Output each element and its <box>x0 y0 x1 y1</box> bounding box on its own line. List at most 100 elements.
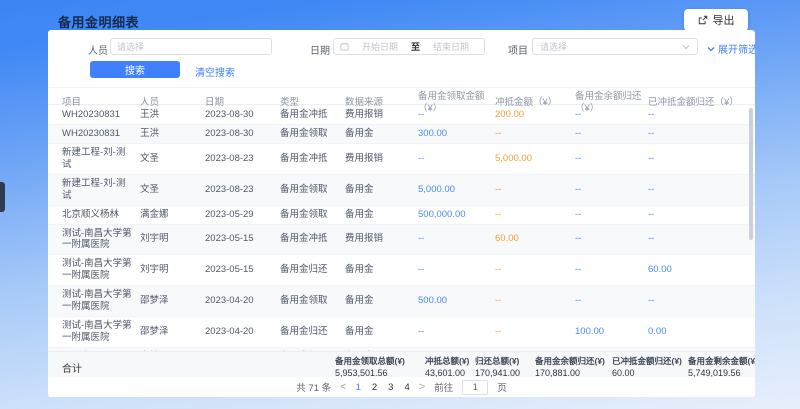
project-filter-label: 项目 <box>508 42 528 57</box>
cell-source: 备用金 <box>345 292 418 310</box>
cell-source: 备用金 <box>345 125 418 143</box>
page-number-2[interactable]: 2 <box>372 382 377 393</box>
date-start-placeholder: 开始日期 <box>353 40 407 53</box>
cell-balance-return: -- <box>575 292 648 310</box>
prev-page-button[interactable]: < <box>340 382 346 393</box>
table-row: 测试-南昌大学第一附属医院邵梦泽2023-04-20备用金归还备用金----10… <box>48 317 755 348</box>
total-label: 合计 <box>62 360 82 375</box>
cell-offset: -- <box>495 292 575 310</box>
table-header-row: 项目人员日期类型数据来源备用金领取金额（¥）冲抵金额（¥）备用金余额归还（¥）已… <box>48 87 755 105</box>
cell-person: 王洪 <box>140 106 205 124</box>
cell-source: 费用报销 <box>345 106 418 124</box>
cell-offset: -- <box>495 206 575 224</box>
cell-offset: 60.00 <box>495 230 575 248</box>
cell-person: 文圣 <box>140 150 205 168</box>
table-body[interactable]: WH20230831王洪2023-08-30备用金冲抵费用报销--200.00-… <box>48 106 755 351</box>
summary-item: 归还总额(¥)170,941.00 <box>475 355 520 378</box>
cell-project: 新建工程-刘-测试 <box>62 175 140 205</box>
filter-bar: 人员 日期 开始日期 至 结束日期 项目 请选择 展开筛选 搜索 清空搜索 <box>48 30 755 85</box>
summary-item: 备用金余额归还(¥)170,881.00 <box>535 355 605 378</box>
table-row: WH20230831王洪2023-08-30备用金领取备用金300.00----… <box>48 125 755 144</box>
export-button[interactable]: 导出 <box>684 9 748 31</box>
cell-offset: 200.00 <box>495 106 575 124</box>
table-row: WH20230831王洪2023-08-30备用金冲抵费用报销--200.00-… <box>48 106 755 125</box>
cell-project: 测试-南昌大学第一附属医院 <box>62 225 140 255</box>
cell-date: 2023-08-30 <box>205 106 280 124</box>
clear-search-link[interactable]: 清空搜索 <box>195 64 235 79</box>
cell-date: 2023-04-20 <box>205 323 280 341</box>
table-row: 新建工程-刘-测试文圣2023-08-23备用金冲抵费用报销--5,000.00… <box>48 144 755 175</box>
person-filter-input[interactable] <box>110 38 272 55</box>
cell-balance-return: 100.00 <box>575 323 648 341</box>
cell-offset-return: -- <box>648 106 755 124</box>
cell-person: 刘宇明 <box>140 261 205 279</box>
page-number-1[interactable]: 1 <box>356 382 361 393</box>
cell-person: 邵梦泽 <box>140 323 205 341</box>
summary-item: 已冲抵金额归还(¥)60.00 <box>612 355 682 378</box>
pagination: 共 71 条 < 1234 > 前往 页 <box>48 377 755 397</box>
cell-offset: -- <box>495 323 575 341</box>
calendar-icon <box>340 42 349 51</box>
table-row: 测试-南昌大学第一附属医院刘宇明2023-05-15备用金冲抵费用报销--60.… <box>48 225 755 256</box>
cell-date: 2023-04-20 <box>205 292 280 310</box>
cell-source: 费用报销 <box>345 230 418 248</box>
cell-project: 北京顺义杨林 <box>62 206 140 224</box>
cell-offset-return: -- <box>648 292 755 310</box>
goto-page-input[interactable] <box>462 380 488 395</box>
summary-item-label: 已冲抵金额归还(¥) <box>612 355 682 367</box>
page-list: 1234 <box>356 382 410 393</box>
page-number-4[interactable]: 4 <box>404 382 409 393</box>
search-button[interactable]: 搜索 <box>90 61 180 78</box>
date-end-placeholder: 结束日期 <box>424 40 478 53</box>
cell-date: 2023-08-23 <box>205 181 280 199</box>
date-range-input[interactable]: 开始日期 至 结束日期 <box>333 38 485 55</box>
project-select-placeholder: 请选择 <box>540 40 567 53</box>
cell-project: 测试-南昌大学第一附属医院 <box>62 255 140 285</box>
cell-date: 2023-05-29 <box>205 206 280 224</box>
cell-offset: -- <box>495 181 575 199</box>
cell-source: 备用金 <box>345 323 418 341</box>
cell-project: WH20230831 <box>62 125 140 143</box>
page-number-3[interactable]: 3 <box>388 382 393 393</box>
cell-offset-return: -- <box>648 125 755 143</box>
cell-project: 测试-南昌大学第一附属医院 <box>62 286 140 316</box>
expand-filter-link[interactable]: 展开筛选 <box>707 41 755 56</box>
sidebar-collapse-handle[interactable] <box>0 182 5 212</box>
cell-balance-return: -- <box>575 181 648 199</box>
cell-project: 新建工程-刘-测试 <box>62 144 140 174</box>
cell-person: 邵梦泽 <box>140 292 205 310</box>
table-row: 新建工程-刘-测试文圣2023-08-23备用金领取备用金5,000.00---… <box>48 175 755 206</box>
page-title: 备用金明细表 <box>58 12 139 31</box>
cell-source: 备用金 <box>345 181 418 199</box>
cell-offset: 5,000.00 <box>495 150 575 168</box>
content-card: 人员 日期 开始日期 至 结束日期 项目 请选择 展开筛选 搜索 清空搜索 项目 <box>48 30 755 397</box>
cell-person: 满金娜 <box>140 206 205 224</box>
summary-item-label: 备用金余额归还(¥) <box>535 355 605 367</box>
chevron-down-icon <box>682 44 690 50</box>
summary-item: 备用金剩余金额(¥)5,749,019.56 <box>688 355 755 378</box>
summary-item: 冲抵总额(¥)43,601.00 <box>425 355 469 378</box>
date-separator: 至 <box>411 40 420 53</box>
summary-item: 备用金领取总额(¥)5,953,501.56 <box>335 355 405 378</box>
cell-offset-return: -- <box>648 206 755 224</box>
cell-received: -- <box>418 150 495 168</box>
cell-type: 备用金冲抵 <box>280 150 345 168</box>
cell-type: 备用金领取 <box>280 206 345 224</box>
next-page-button[interactable]: > <box>419 382 425 393</box>
cell-offset-return: -- <box>648 150 755 168</box>
cell-offset: -- <box>495 125 575 143</box>
cell-offset-return: 0.00 <box>648 323 755 341</box>
cell-type: 备用金归还 <box>280 261 345 279</box>
project-filter-select[interactable]: 请选择 <box>532 38 698 55</box>
cell-source: 备用金 <box>345 261 418 279</box>
cell-balance-return: -- <box>575 125 648 143</box>
goto-label-suffix: 页 <box>497 380 507 394</box>
export-label: 导出 <box>713 12 735 28</box>
cell-source: 费用报销 <box>345 150 418 168</box>
table-scrollbar[interactable] <box>749 108 753 240</box>
cell-offset-return: -- <box>648 230 755 248</box>
cell-received: -- <box>418 261 495 279</box>
summary-item-label: 备用金剩余金额(¥) <box>688 355 755 367</box>
cell-balance-return: -- <box>575 150 648 168</box>
person-filter-label: 人员 <box>88 42 108 57</box>
